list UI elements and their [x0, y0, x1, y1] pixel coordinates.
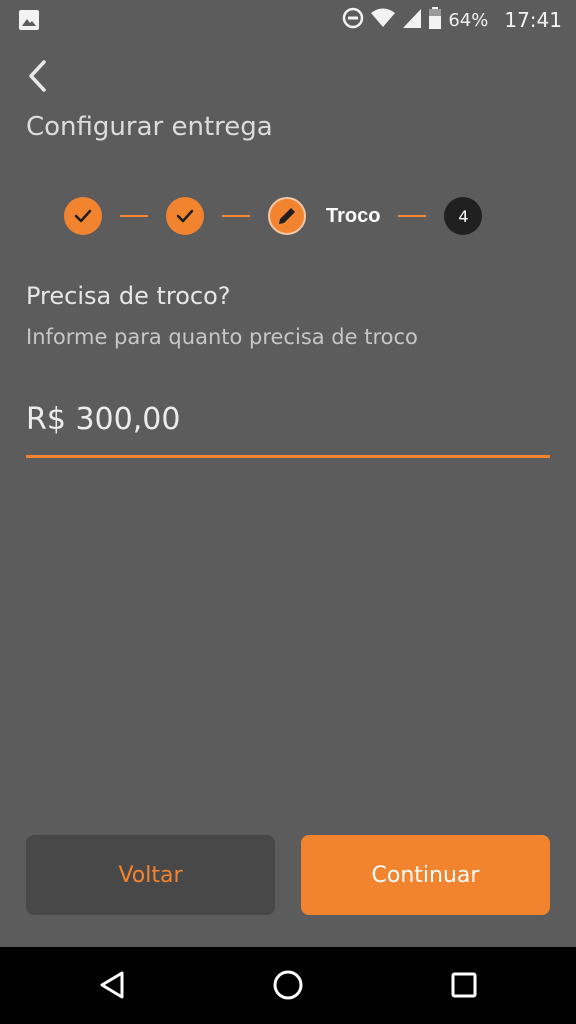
- signal-icon: [402, 7, 422, 34]
- wifi-icon: [370, 7, 396, 34]
- step-3-current: [268, 197, 306, 235]
- step-1-completed: [64, 197, 102, 235]
- chevron-left-icon: [29, 60, 46, 92]
- step-3-label: Troco: [326, 204, 381, 227]
- battery-icon: [428, 6, 442, 35]
- step-connector: [120, 215, 148, 217]
- battery-percent: 64%: [448, 9, 489, 31]
- step-4-pending: 4: [444, 197, 483, 235]
- status-icons: 64% 17:41: [342, 0, 562, 40]
- step-connector: [222, 215, 250, 217]
- clock: 17:41: [504, 8, 562, 32]
- back-action-button[interactable]: Voltar: [26, 835, 275, 915]
- back-button[interactable]: [20, 58, 56, 94]
- change-amount-input[interactable]: R$ 300,00: [26, 396, 550, 458]
- pencil-icon: [279, 208, 295, 224]
- image-icon: [18, 9, 40, 35]
- do-not-disturb-icon: [342, 7, 364, 34]
- check-icon: [176, 209, 194, 223]
- step-connector: [398, 215, 427, 217]
- status-bar: 64% 17:41: [0, 0, 576, 40]
- nav-home-icon[interactable]: [266, 963, 310, 1007]
- helper-text: Informe para quanto precisa de troco: [26, 325, 418, 349]
- nav-recents-icon[interactable]: [442, 963, 486, 1007]
- stepper: Troco 4: [64, 196, 483, 236]
- nav-back-icon[interactable]: [90, 963, 134, 1007]
- question-heading: Precisa de troco?: [26, 282, 231, 310]
- change-amount-value: R$ 300,00: [26, 402, 181, 437]
- continue-button[interactable]: Continuar: [301, 835, 550, 915]
- page-title: Configurar entrega: [26, 112, 273, 142]
- check-icon: [74, 209, 92, 223]
- step-2-completed: [166, 197, 204, 235]
- system-nav-bar: [0, 947, 576, 1024]
